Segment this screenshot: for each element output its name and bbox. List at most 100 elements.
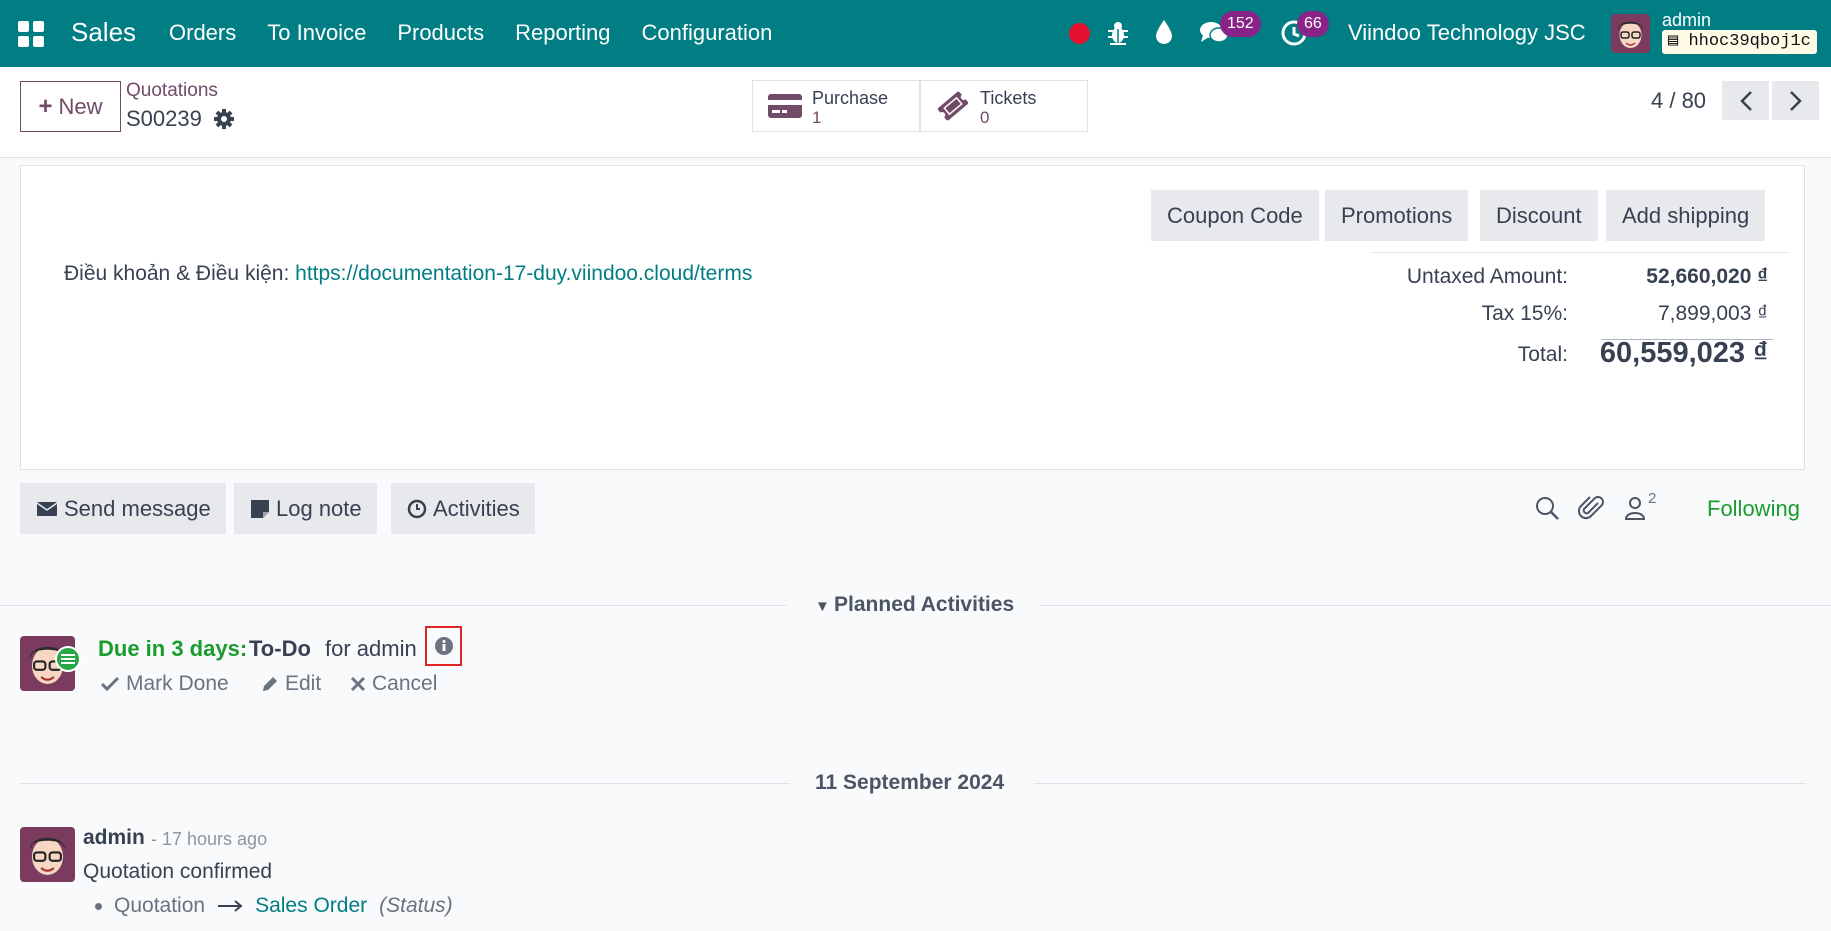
mark-done-link[interactable]: Mark Done — [100, 672, 229, 696]
pager-next-button[interactable] — [1772, 81, 1819, 120]
search-icon[interactable] — [1533, 493, 1561, 523]
totals-divider — [1371, 252, 1789, 253]
messages-badge: 152 — [1220, 11, 1261, 37]
user-name[interactable]: admin — [1662, 10, 1711, 31]
date-separator-right — [1034, 783, 1806, 784]
top-navbar: Sales Orders To Invoice Products Reporti… — [0, 0, 1831, 67]
caret-down-icon: ▼ — [815, 598, 835, 615]
plus-icon: + — [38, 92, 53, 120]
database-chip: ▤ hhoc39qboj1c — [1662, 30, 1817, 54]
bullet-icon — [95, 902, 102, 910]
pager-value[interactable]: 4 / 80 — [1651, 88, 1706, 114]
activity-todo-status-icon — [55, 646, 81, 672]
total-value: 60,559,023 ₫ — [1599, 337, 1768, 369]
following-button[interactable]: Following — [1707, 496, 1800, 522]
add-shipping-button[interactable]: Add shipping — [1606, 190, 1766, 241]
message-author[interactable]: admin — [83, 826, 145, 850]
cancel-label: Cancel — [372, 672, 438, 695]
followers-user-icon[interactable] — [1621, 493, 1649, 523]
terms-link[interactable]: https://documentation-17-duy.viindoo.clo… — [295, 262, 752, 285]
sticky-note-icon — [251, 499, 269, 518]
smart-button-purchase-value: 1 — [812, 108, 822, 127]
company-switcher[interactable]: Viindoo Technology JSC — [1348, 20, 1586, 46]
menu-reporting[interactable]: Reporting — [515, 20, 610, 46]
message-author-avatar[interactable] — [20, 827, 75, 882]
app-name[interactable]: Sales — [71, 17, 136, 48]
record-name: S00239 — [126, 106, 202, 131]
activity-info-button[interactable] — [425, 626, 462, 666]
smart-button-purchase-label: Purchase — [812, 88, 889, 108]
followers-count: 2 — [1648, 490, 1657, 507]
edit-activity-link[interactable]: Edit — [261, 672, 321, 696]
mark-done-label: Mark Done — [126, 672, 229, 695]
envelope-icon — [36, 501, 58, 516]
activity-due: Due in 3 days: — [98, 636, 248, 661]
date-separator-left — [20, 783, 790, 784]
discount-button[interactable]: Discount — [1480, 190, 1598, 241]
promotions-button[interactable]: Promotions — [1325, 190, 1469, 241]
date-separator: 11 September 2024 — [815, 771, 1005, 794]
smart-button-tickets[interactable]: Tickets 0 — [920, 80, 1088, 132]
menu-orders[interactable]: Orders — [169, 20, 236, 46]
ticket-icon — [937, 91, 969, 121]
check-icon — [100, 676, 120, 692]
total-label: Total: — [1517, 343, 1568, 366]
smart-button-tickets-value: 0 — [980, 108, 990, 127]
activities-badge: 66 — [1297, 11, 1329, 37]
smart-button-purchase[interactable]: Purchase 1 — [752, 80, 920, 132]
edit-label: Edit — [285, 672, 322, 695]
user-avatar[interactable] — [1611, 14, 1650, 53]
chevron-left-icon — [1739, 90, 1752, 111]
menu-to-invoice[interactable]: To Invoice — [267, 20, 366, 46]
gear-icon[interactable] — [213, 108, 235, 130]
smart-button-tickets-label: Tickets — [980, 88, 1037, 108]
pager-previous-button[interactable] — [1722, 81, 1769, 120]
arrow-right-icon — [218, 900, 243, 912]
menu-products[interactable]: Products — [397, 20, 484, 46]
planned-separator-right — [1039, 605, 1831, 606]
activities-label: Activities — [433, 496, 520, 521]
tax-value: 7,899,003 ₫ — [1657, 302, 1768, 325]
pencil-icon — [263, 677, 277, 691]
tracking-new-value: Sales Order — [255, 894, 368, 917]
debug-bug-icon[interactable] — [1106, 20, 1130, 46]
untaxed-amount-label: Untaxed Amount: — [1406, 265, 1568, 288]
paperclip-icon[interactable] — [1578, 493, 1606, 523]
apps-menu-icon[interactable] — [18, 21, 44, 47]
activities-button[interactable]: Activities — [391, 483, 535, 534]
main-menu: Orders To Invoice Products Reporting Con… — [169, 20, 772, 46]
planned-activities-title: Planned Activities — [834, 593, 1015, 616]
log-note-label: Log note — [276, 496, 362, 521]
record-indicator-icon[interactable] — [1069, 23, 1090, 44]
new-button[interactable]: + New — [20, 81, 121, 132]
planned-separator-left — [0, 605, 786, 606]
tracking-value: Quotation Sales Order (Status) — [95, 894, 453, 918]
credit-card-icon — [768, 94, 802, 118]
database-name: hhoc39qboj1c — [1688, 32, 1811, 51]
message-body: Quotation confirmed — [83, 860, 273, 883]
database-icon: ▤ — [1668, 32, 1689, 51]
clock-icon — [407, 499, 427, 518]
log-note-button[interactable]: Log note — [234, 483, 377, 534]
terms-label: Điều khoản & Điều kiện: — [64, 262, 290, 285]
form-sheet: Coupon Code Promotions Discount Add ship… — [20, 165, 1805, 470]
info-icon — [434, 637, 453, 655]
cancel-activity-link[interactable]: Cancel — [350, 672, 437, 696]
coupon-code-button[interactable]: Coupon Code — [1151, 190, 1319, 241]
theme-drop-icon[interactable] — [1154, 19, 1174, 45]
send-message-button[interactable]: Send message — [20, 483, 226, 534]
new-button-label: New — [58, 93, 103, 119]
tax-label: Tax 15%: — [1481, 302, 1568, 325]
breadcrumb-quotations[interactable]: Quotations — [126, 80, 218, 102]
planned-activities-toggle[interactable]: ▼ Planned Activities — [815, 593, 1014, 617]
close-icon — [350, 676, 366, 692]
tracking-old-value: Quotation — [114, 894, 206, 917]
activity-assignee: for admin — [325, 636, 417, 661]
message-time: - 17 hours ago — [151, 829, 268, 849]
send-message-label: Send message — [64, 496, 211, 521]
untaxed-amount-value: 52,660,020 ₫ — [1646, 265, 1768, 288]
menu-configuration[interactable]: Configuration — [642, 20, 773, 46]
activity-type: To-Do — [249, 636, 311, 661]
chevron-right-icon — [1789, 90, 1802, 111]
tracking-field: (Status) — [379, 894, 453, 917]
